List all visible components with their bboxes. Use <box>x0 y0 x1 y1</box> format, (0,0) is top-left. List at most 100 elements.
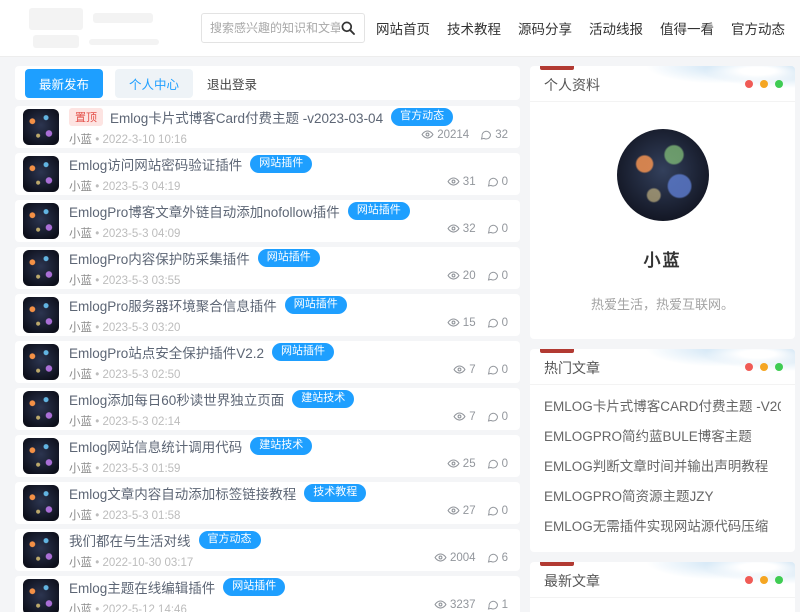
hot-article-link[interactable]: EMLOG无需插件实现网站源代码压缩 <box>544 512 781 542</box>
article-author[interactable]: 小蓝 <box>69 322 92 334</box>
comments-count: 6 <box>487 552 508 564</box>
category-badge[interactable]: 建站技术 <box>292 390 354 407</box>
article-date: 2023-5-3 01:58 <box>102 510 180 522</box>
article-card[interactable]: 我们都在与生活对线 官方动态 小蓝 • 2022-10-30 03:17 <box>15 529 520 571</box>
eye-icon <box>421 128 434 141</box>
article-counts: 3237 1 <box>434 598 508 611</box>
category-badge[interactable]: 网站插件 <box>223 578 285 595</box>
category-badge[interactable]: 网站插件 <box>250 155 312 172</box>
meta-separator: • <box>95 228 99 240</box>
tab-latest[interactable]: 最新发布 <box>25 69 103 98</box>
hot-articles-title: 热门文章 <box>544 360 600 376</box>
green-dot <box>775 576 783 584</box>
meta-separator: • <box>95 181 99 193</box>
category-badge[interactable]: 网站插件 <box>348 202 410 219</box>
nav-item[interactable]: 技术教程 <box>447 18 501 38</box>
profile-body: 小蓝 热爱生活，热爱互联网。 <box>530 102 795 339</box>
article-card[interactable]: EmlogPro服务器环境聚合信息插件 网站插件 小蓝 • 2023-5-3 0… <box>15 294 520 336</box>
category-badge[interactable]: 技术教程 <box>304 484 366 501</box>
hot-articles-header: 热门文章 <box>530 349 795 385</box>
category-badge[interactable]: 网站插件 <box>285 296 347 313</box>
article-body: Emlog文章内容自动添加标签链接教程 技术教程 小蓝 • 2023-5-3 0… <box>69 483 508 523</box>
comments-count: 0 <box>487 223 508 235</box>
article-author[interactable]: 小蓝 <box>69 369 92 381</box>
article-author[interactable]: 小蓝 <box>69 463 92 475</box>
search-icon[interactable] <box>340 20 356 36</box>
article-card[interactable]: EmlogPro站点安全保护插件V2.2 网站插件 小蓝 • 2023-5-3 … <box>15 341 520 383</box>
search-input[interactable] <box>210 21 340 35</box>
article-card[interactable]: EmlogPro博客文章外链自动添加nofollow插件 网站插件 小蓝 • 2… <box>15 200 520 242</box>
article-title[interactable]: Emlog访问网站密码验证插件 <box>69 154 242 174</box>
views-count: 7 <box>453 410 475 423</box>
comments-count: 0 <box>487 364 508 376</box>
hot-article-link[interactable]: EMLOGPRO简资源主题JZY <box>544 482 781 512</box>
article-author[interactable]: 小蓝 <box>69 510 92 522</box>
nav-item[interactable]: 网站首页 <box>376 18 430 38</box>
site-logo[interactable] <box>15 5 165 51</box>
latest-article-link[interactable]: EMLOG访问网站密码验证插件 <box>544 605 781 612</box>
article-card[interactable]: Emlog添加每日60秒读世界独立页面 建站技术 小蓝 • 2023-5-3 0… <box>15 388 520 430</box>
comment-icon <box>487 270 499 282</box>
hot-article-link[interactable]: EMLOG判断文章时间并输出声明教程 <box>544 452 781 482</box>
search-box <box>201 13 365 43</box>
article-title-row: Emlog访问网站密码验证插件 网站插件 <box>69 154 508 174</box>
article-title[interactable]: EmlogPro站点安全保护插件V2.2 <box>69 342 264 362</box>
nav-item[interactable]: 官方动态 <box>731 18 785 38</box>
article-title-row: EmlogPro站点安全保护插件V2.2 网站插件 <box>69 342 508 362</box>
article-card[interactable]: 置顶 Emlog卡片式博客Card付费主题 -v2023-03-04 官方动态 … <box>15 106 520 148</box>
article-body: 我们都在与生活对线 官方动态 小蓝 • 2022-10-30 03:17 <box>69 530 508 570</box>
article-card[interactable]: Emlog访问网站密码验证插件 网站插件 小蓝 • 2023-5-3 04:19 <box>15 153 520 195</box>
article-author[interactable]: 小蓝 <box>69 557 92 569</box>
article-title[interactable]: Emlog网站信息统计调用代码 <box>69 436 242 456</box>
article-author[interactable]: 小蓝 <box>69 604 92 612</box>
article-date: 2023-5-3 04:19 <box>102 181 180 193</box>
category-badge[interactable]: 官方动态 <box>199 531 261 548</box>
article-thumbnail <box>23 391 59 427</box>
hot-article-link[interactable]: EMLOGPRO简约蓝BULE博客主题 <box>544 422 781 452</box>
meta-separator: • <box>95 557 99 569</box>
article-author[interactable]: 小蓝 <box>69 134 92 146</box>
tab-profile[interactable]: 个人中心 <box>115 69 193 98</box>
article-title[interactable]: Emlog卡片式博客Card付费主题 -v2023-03-04 <box>110 107 383 127</box>
comments-count: 1 <box>487 599 508 611</box>
nav-item[interactable]: 值得一看 <box>660 18 714 38</box>
article-body: 置顶 Emlog卡片式博客Card付费主题 -v2023-03-04 官方动态 … <box>69 107 508 147</box>
category-badge[interactable]: 建站技术 <box>250 437 312 454</box>
traffic-dots <box>745 576 783 584</box>
nav-item[interactable]: 源码分享 <box>518 18 572 38</box>
article-card[interactable]: Emlog主题在线编辑插件 网站插件 小蓝 • 2022-5-12 14:46 <box>15 576 520 612</box>
article-thumbnail <box>23 532 59 568</box>
latest-articles-list: EMLOG访问网站密码验证插件EMLOGPRO博客文章外链自动添加NOFOLL.… <box>530 598 795 612</box>
green-dot <box>775 80 783 88</box>
comments-count: 0 <box>487 317 508 329</box>
red-dot <box>745 576 753 584</box>
category-badge[interactable]: 官方动态 <box>391 108 453 125</box>
comment-icon <box>487 176 499 188</box>
nav-item[interactable]: 活动线报 <box>589 18 643 38</box>
views-count: 25 <box>447 457 476 470</box>
red-dash-decoration <box>540 349 574 353</box>
comment-icon <box>487 223 499 235</box>
article-author[interactable]: 小蓝 <box>69 228 92 240</box>
article-title[interactable]: EmlogPro博客文章外链自动添加nofollow插件 <box>69 201 340 221</box>
article-author[interactable]: 小蓝 <box>69 416 92 428</box>
article-body: Emlog添加每日60秒读世界独立页面 建站技术 小蓝 • 2023-5-3 0… <box>69 389 508 429</box>
article-card[interactable]: EmlogPro内容保护防采集插件 网站插件 小蓝 • 2023-5-3 03:… <box>15 247 520 289</box>
logout-button[interactable]: 退出登录 <box>205 69 259 98</box>
article-title[interactable]: Emlog主题在线编辑插件 <box>69 577 215 597</box>
category-badge[interactable]: 网站插件 <box>258 249 320 266</box>
article-title[interactable]: EmlogPro内容保护防采集插件 <box>69 248 250 268</box>
category-badge[interactable]: 网站插件 <box>272 343 334 360</box>
article-card[interactable]: Emlog文章内容自动添加标签链接教程 技术教程 小蓝 • 2023-5-3 0… <box>15 482 520 524</box>
article-date: 2023-5-3 03:20 <box>102 322 180 334</box>
hot-article-link[interactable]: EMLOG卡片式博客CARD付费主题 -V2023-0... <box>544 392 781 422</box>
article-author[interactable]: 小蓝 <box>69 181 92 193</box>
article-title[interactable]: Emlog文章内容自动添加标签链接教程 <box>69 483 296 503</box>
article-card[interactable]: Emlog网站信息统计调用代码 建站技术 小蓝 • 2023-5-3 01:59 <box>15 435 520 477</box>
article-title[interactable]: 我们都在与生活对线 <box>69 530 191 550</box>
article-title[interactable]: EmlogPro服务器环境聚合信息插件 <box>69 295 277 315</box>
article-author[interactable]: 小蓝 <box>69 275 92 287</box>
article-title[interactable]: Emlog添加每日60秒读世界独立页面 <box>69 389 284 409</box>
article-counts: 2004 6 <box>434 551 508 564</box>
avatar[interactable] <box>617 129 709 221</box>
